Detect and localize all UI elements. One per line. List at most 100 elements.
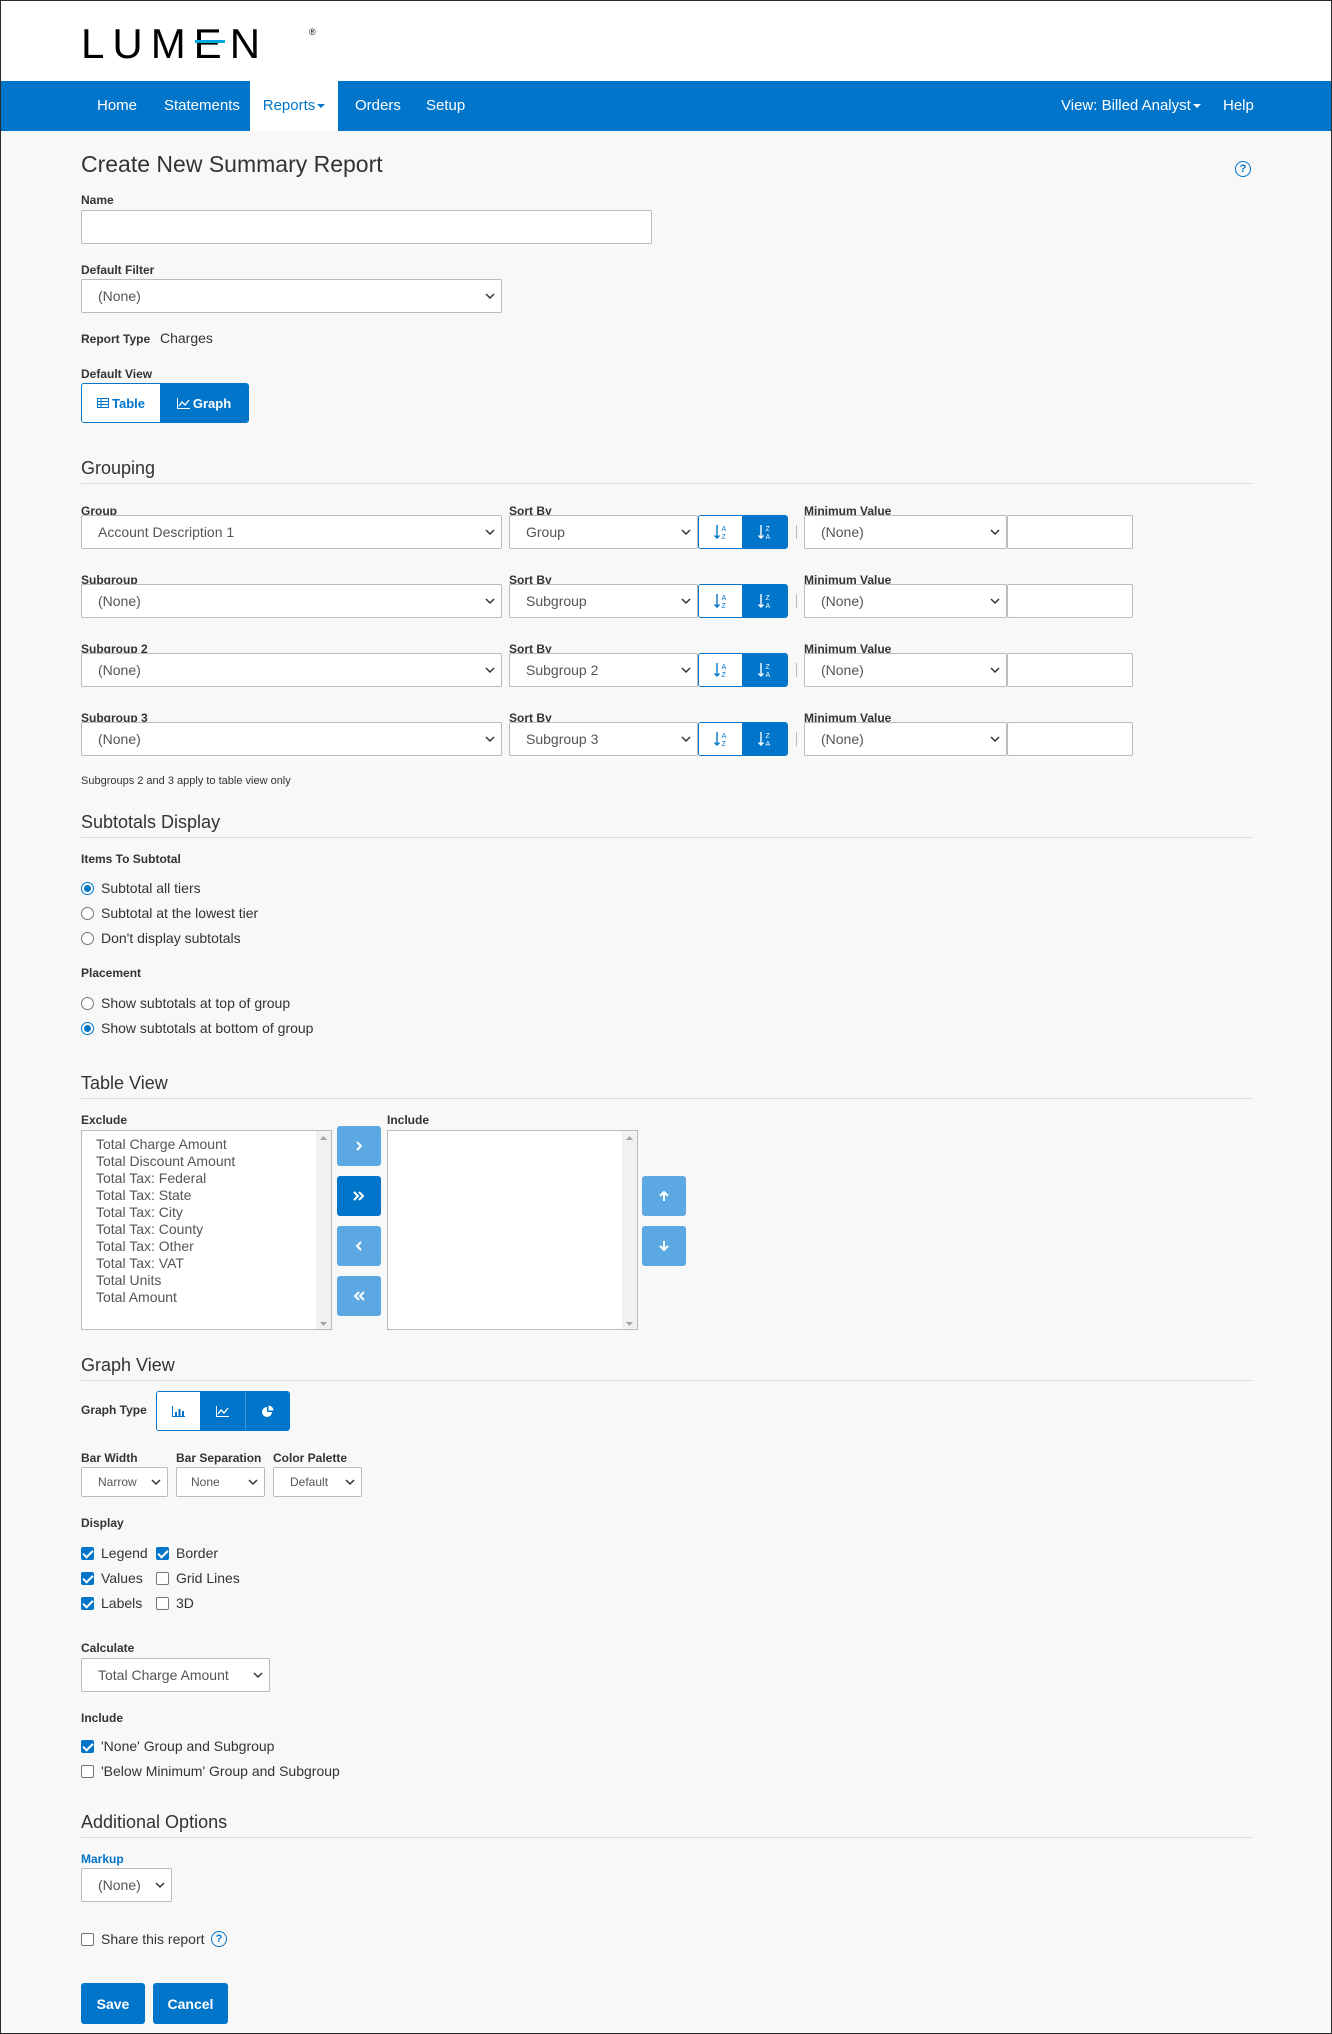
exclude-list-item[interactable]: Total Units xyxy=(96,1272,161,1288)
bar-width-select[interactable]: Narrow xyxy=(81,1467,168,1497)
sort-descending-button[interactable]: ZA xyxy=(742,723,787,755)
help-icon[interactable]: ? xyxy=(1235,161,1251,177)
include-below-checkbox[interactable] xyxy=(81,1765,94,1778)
graph-type-line-button[interactable] xyxy=(200,1392,245,1430)
exclude-label: Exclude xyxy=(81,1113,128,1127)
minimum-value-select[interactable]: (None) xyxy=(804,653,1007,687)
exclude-list-item[interactable]: Total Tax: Other xyxy=(96,1238,194,1254)
calculate-label: Calculate xyxy=(81,1641,135,1655)
nav-help[interactable]: Help xyxy=(1223,81,1254,131)
sort-by-select[interactable]: Subgroup 2 xyxy=(509,653,698,687)
svg-text:Z: Z xyxy=(721,741,726,747)
nav-home[interactable]: Home xyxy=(97,81,137,131)
view-table-button[interactable]: Table xyxy=(82,384,161,422)
include-listbox[interactable] xyxy=(387,1130,638,1330)
display-grid-label: Grid Lines xyxy=(176,1570,240,1586)
graph-type-bar-button[interactable] xyxy=(157,1392,201,1430)
share-help-icon[interactable]: ? xyxy=(211,1931,227,1947)
separator xyxy=(796,594,797,608)
nav-orders[interactable]: Orders xyxy=(355,81,401,131)
markup-label[interactable]: Markup xyxy=(81,1852,124,1866)
exclude-list-item[interactable]: Total Tax: County xyxy=(96,1221,203,1237)
move-left-button[interactable] xyxy=(337,1226,381,1266)
scrollbar[interactable] xyxy=(622,1131,637,1329)
exclude-list-item[interactable]: Total Charge Amount xyxy=(96,1136,227,1152)
sort-by-select[interactable]: Subgroup xyxy=(509,584,698,618)
move-down-button[interactable] xyxy=(642,1226,686,1266)
line-chart-icon xyxy=(216,1405,229,1417)
group-select-value: (None) xyxy=(98,593,141,609)
view-graph-label: Graph xyxy=(192,395,232,411)
display-labels-checkbox[interactable] xyxy=(81,1597,94,1610)
move-all-left-button[interactable] xyxy=(337,1276,381,1316)
sort-descending-button[interactable]: ZA xyxy=(742,516,787,548)
group-select[interactable]: (None) xyxy=(81,722,502,756)
sort-by-select-value: Group xyxy=(526,524,565,540)
bar-chart-icon xyxy=(172,1405,186,1417)
exclude-list-item[interactable]: Total Tax: Federal xyxy=(96,1170,206,1186)
display-legend-checkbox[interactable] xyxy=(81,1547,94,1560)
group-select-value: Account Description 1 xyxy=(98,524,235,540)
scrollbar[interactable] xyxy=(316,1131,331,1329)
sort-by-select[interactable]: Subgroup 3 xyxy=(509,722,698,756)
exclude-list-item[interactable]: Total Tax: State xyxy=(96,1187,191,1203)
placement-option-radio[interactable] xyxy=(81,1022,94,1035)
minimum-value-input[interactable] xyxy=(1007,722,1133,756)
bar-separation-value: None xyxy=(191,1475,220,1489)
subtotal-option-radio[interactable] xyxy=(81,907,94,920)
nav-statements[interactable]: Statements xyxy=(164,81,240,131)
cancel-button[interactable]: Cancel xyxy=(153,1983,228,2024)
move-all-right-button[interactable] xyxy=(337,1176,381,1216)
color-palette-select[interactable]: Default xyxy=(273,1467,362,1497)
display-grid-checkbox[interactable] xyxy=(156,1572,169,1585)
sort-by-select[interactable]: Group xyxy=(509,515,698,549)
group-select[interactable]: (None) xyxy=(81,584,502,618)
group-select[interactable]: Account Description 1 xyxy=(81,515,502,549)
calculate-select[interactable]: Total Charge Amount xyxy=(81,1658,270,1692)
share-report-checkbox[interactable] xyxy=(81,1933,94,1946)
minimum-value-input[interactable] xyxy=(1007,653,1133,687)
subtotal-option-radio[interactable] xyxy=(81,932,94,945)
exclude-list-item[interactable]: Total Tax: City xyxy=(96,1204,183,1220)
exclude-list-item[interactable]: Total Discount Amount xyxy=(96,1153,235,1169)
sort-descending-button[interactable]: ZA xyxy=(742,585,787,617)
subtotal-option-radio[interactable] xyxy=(81,882,94,895)
minimum-value-select[interactable]: (None) xyxy=(804,515,1007,549)
graph-type-label: Graph Type xyxy=(81,1403,147,1417)
lumen-logo[interactable]: LUMEN ® xyxy=(81,20,321,68)
placement-option-radio[interactable] xyxy=(81,997,94,1010)
move-right-button[interactable] xyxy=(337,1126,381,1166)
display-border-checkbox[interactable] xyxy=(156,1547,169,1560)
sort-ascending-button[interactable]: AZ xyxy=(699,654,743,686)
minimum-value-select[interactable]: (None) xyxy=(804,584,1007,618)
name-input[interactable] xyxy=(81,210,652,244)
bar-separation-select[interactable]: None xyxy=(176,1467,265,1497)
group-select[interactable]: (None) xyxy=(81,653,502,687)
exclude-list-item[interactable]: Total Amount xyxy=(96,1289,177,1305)
exclude-listbox[interactable]: Total Charge Amount Total Discount Amount… xyxy=(81,1130,332,1330)
graph-type-pie-button[interactable] xyxy=(244,1392,289,1430)
sort-ascending-button[interactable]: AZ xyxy=(699,723,743,755)
save-button[interactable]: Save xyxy=(81,1983,145,2024)
default-filter-select[interactable]: (None) xyxy=(81,279,502,313)
sort-ascending-button[interactable]: AZ xyxy=(699,516,743,548)
main-nav: Home Statements Reports Orders Setup Vie… xyxy=(1,81,1331,131)
nav-setup[interactable]: Setup xyxy=(426,81,465,131)
sort-ascending-button[interactable]: AZ xyxy=(699,585,743,617)
bar-width-value: Narrow xyxy=(98,1475,137,1489)
display-values-checkbox[interactable] xyxy=(81,1572,94,1585)
nav-reports[interactable]: Reports xyxy=(250,81,338,131)
view-graph-button[interactable]: Graph xyxy=(160,384,248,422)
graph-view-heading: Graph View xyxy=(81,1355,175,1375)
markup-select[interactable]: (None) xyxy=(81,1868,172,1902)
display-three_d-checkbox[interactable] xyxy=(156,1597,169,1610)
sort-descending-button[interactable]: ZA xyxy=(742,654,787,686)
move-up-button[interactable] xyxy=(642,1176,686,1216)
exclude-list-item[interactable]: Total Tax: VAT xyxy=(96,1255,184,1271)
include-none-checkbox[interactable] xyxy=(81,1740,94,1753)
minimum-value-input[interactable] xyxy=(1007,584,1133,618)
minimum-value-input[interactable] xyxy=(1007,515,1133,549)
minimum-value-select[interactable]: (None) xyxy=(804,722,1007,756)
nav-view-selector[interactable]: View: Billed Analyst xyxy=(1061,81,1201,131)
sort-direction-toggle: AZZA xyxy=(698,653,788,687)
